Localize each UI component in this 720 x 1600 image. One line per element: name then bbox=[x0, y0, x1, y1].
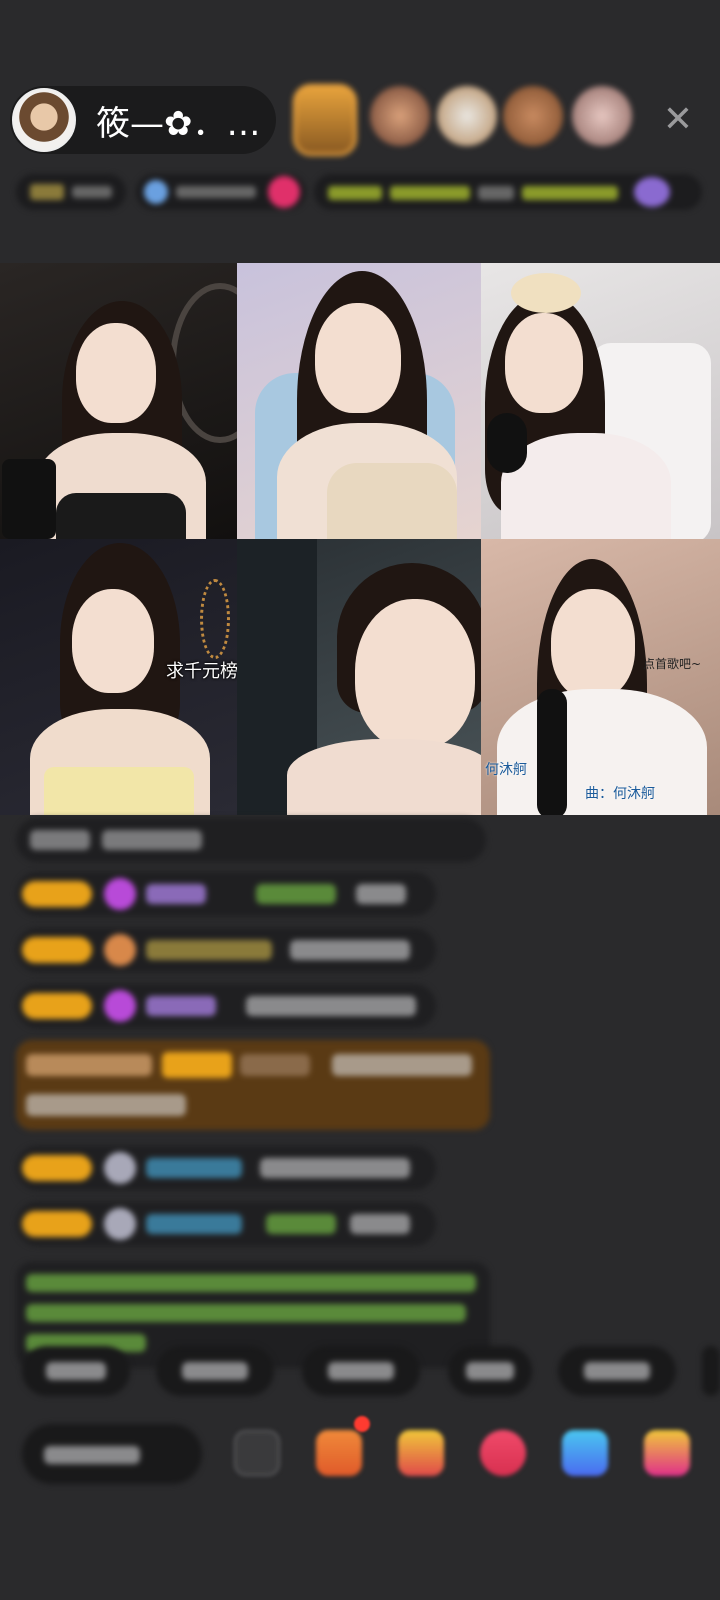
quick-reply-button[interactable] bbox=[22, 1346, 130, 1396]
close-icon[interactable]: ✕ bbox=[660, 98, 696, 142]
more-icon[interactable] bbox=[644, 1430, 690, 1476]
keyboard-icon[interactable] bbox=[234, 1430, 280, 1476]
chat-input[interactable] bbox=[22, 1424, 202, 1484]
chat-message bbox=[16, 928, 436, 972]
quick-reply-button[interactable] bbox=[558, 1346, 676, 1396]
chat-message bbox=[16, 984, 436, 1028]
overlay-text: 求千元榜 bbox=[166, 661, 237, 682]
host-name: 筱—✿．… bbox=[96, 103, 261, 144]
song-name-text: 曲：何沐舸 bbox=[585, 786, 655, 802]
host-avatar[interactable] bbox=[12, 88, 76, 152]
viewer-avatar[interactable] bbox=[503, 86, 563, 146]
viewer-avatar[interactable] bbox=[370, 86, 430, 146]
notification-dot bbox=[354, 1416, 370, 1432]
chat-highlight-message bbox=[16, 1040, 490, 1130]
quick-reply-button[interactable] bbox=[156, 1346, 274, 1396]
host-info[interactable]: 筱—✿．… bbox=[10, 86, 276, 154]
video-cell-bottom-left[interactable]: 求千元榜 bbox=[0, 539, 237, 815]
viewer-avatar[interactable] bbox=[293, 84, 357, 156]
song-request-text: 点首歌吧~ bbox=[643, 657, 702, 671]
viewer-avatar[interactable] bbox=[572, 86, 632, 146]
game-icon[interactable] bbox=[562, 1430, 608, 1476]
chat-message bbox=[16, 872, 436, 916]
chat-message bbox=[16, 1202, 436, 1246]
hot-tags-chip[interactable] bbox=[314, 174, 702, 210]
video-cell-top-middle[interactable] bbox=[237, 263, 481, 539]
video-cell-bottom-right[interactable]: 点首歌吧~ 何沐舸 曲：何沐舸 bbox=[481, 539, 720, 815]
chat-message bbox=[16, 818, 486, 862]
gift-box-icon[interactable] bbox=[316, 1430, 362, 1476]
video-cell-top-right[interactable] bbox=[481, 263, 720, 539]
viewer-avatar[interactable] bbox=[437, 86, 497, 146]
video-grid: 求千元榜 点首歌吧~ 何沐舸 曲：何沐舸 bbox=[0, 263, 720, 815]
gift-icon[interactable] bbox=[398, 1430, 444, 1476]
fans-chip[interactable] bbox=[136, 174, 306, 210]
quick-reply-button[interactable] bbox=[448, 1346, 532, 1396]
info-bar bbox=[16, 168, 702, 216]
quick-reply-button[interactable] bbox=[302, 1346, 420, 1396]
rank-chip[interactable] bbox=[16, 174, 126, 210]
name-text: 何沐舸 bbox=[485, 762, 527, 778]
video-cell-bottom-middle[interactable] bbox=[237, 539, 481, 815]
heart-icon[interactable] bbox=[480, 1430, 526, 1476]
chat-message bbox=[16, 1146, 436, 1190]
video-cell-top-left[interactable] bbox=[0, 263, 237, 539]
quick-reply-button[interactable] bbox=[702, 1346, 720, 1396]
